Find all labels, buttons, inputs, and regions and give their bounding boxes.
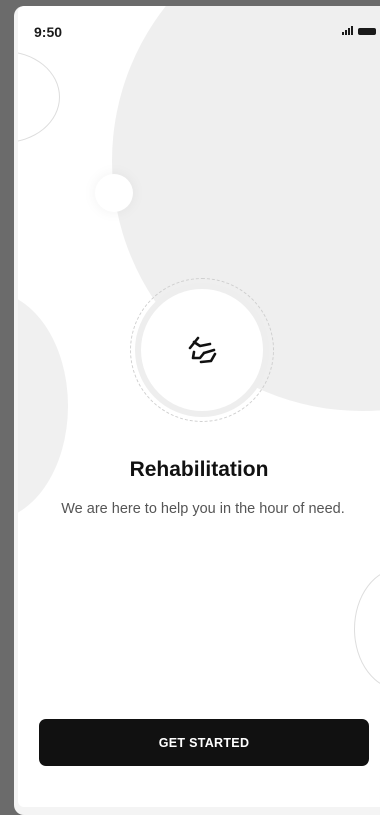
page-title: Rehabilitation [129, 458, 269, 481]
status-time: 9:50 [34, 24, 63, 40]
status-icons [342, 26, 376, 35]
decorative-dot [95, 174, 133, 212]
helping-hand-icon [188, 336, 217, 364]
device-frame: 9:50 Rehabilitation We are here to help … [14, 6, 380, 815]
page-subtitle: We are here to help you in the hour of n… [61, 501, 345, 517]
battery-icon [358, 28, 376, 35]
decorative-ring-top-left [18, 51, 60, 143]
onboarding-screen: 9:50 Rehabilitation We are here to help … [18, 6, 380, 807]
get-started-button[interactable]: GET STARTED [39, 719, 369, 766]
decorative-ring-right [354, 568, 380, 690]
signal-bars-icon [342, 26, 353, 35]
decorative-circle-left [18, 291, 68, 521]
feature-icon-badge [141, 289, 263, 411]
